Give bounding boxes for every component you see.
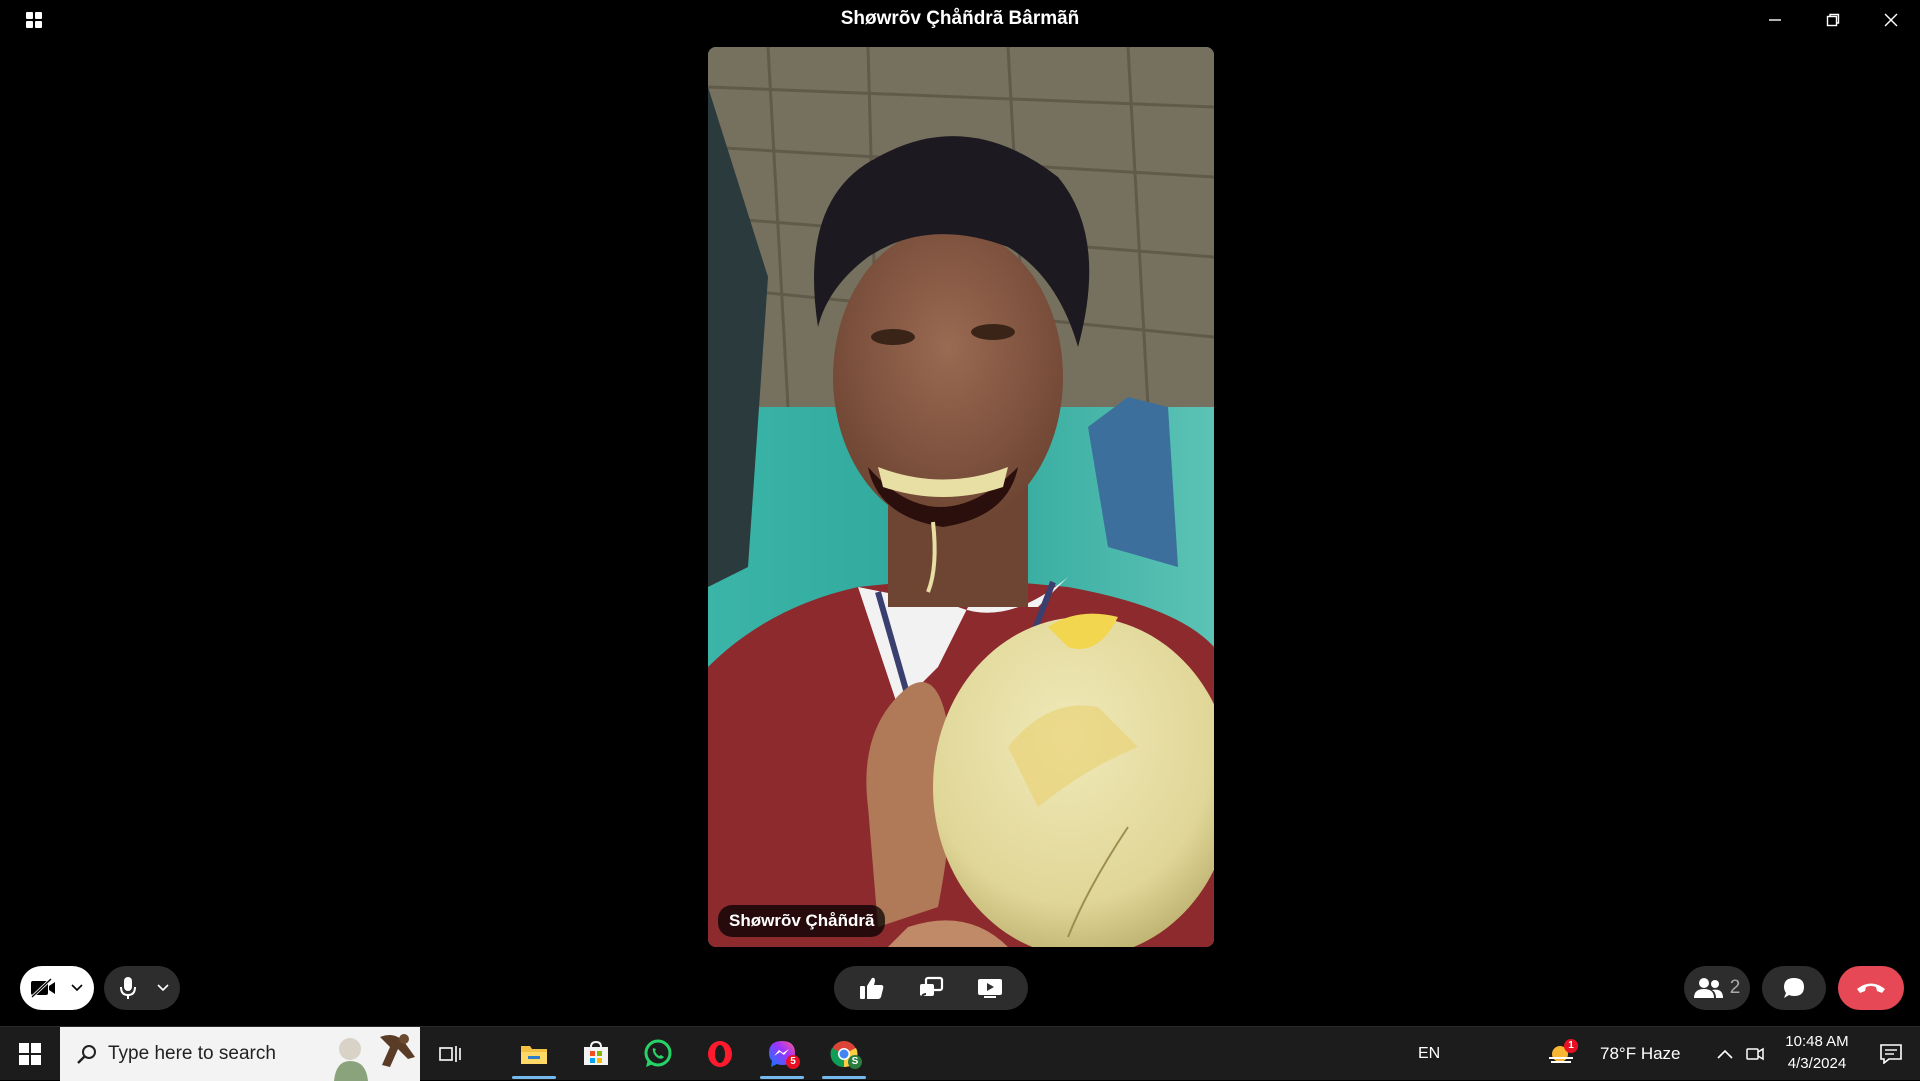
close-icon [1884, 13, 1898, 27]
restore-button[interactable] [1804, 0, 1862, 40]
end-call-icon [1857, 983, 1885, 993]
task-view-button[interactable] [420, 1027, 480, 1081]
show-hidden-icons-button[interactable] [1710, 1027, 1740, 1081]
file-explorer-icon [521, 1046, 547, 1064]
call-actions-group [834, 966, 1028, 1010]
minimize-button[interactable] [1746, 0, 1804, 40]
participants-count: 2 [1729, 977, 1741, 998]
weather-text[interactable]: 78°F Haze [1600, 1027, 1681, 1081]
share-screen-icon [978, 979, 1003, 998]
camera-options-chevron[interactable] [66, 984, 88, 992]
share-screen-button[interactable] [977, 977, 1003, 999]
search-placeholder: Type here to search [108, 1043, 276, 1064]
search-icon [77, 1045, 96, 1064]
taskbar-app-messenger[interactable]: 5 [752, 1027, 812, 1081]
weather-badge: 1 [1564, 1039, 1578, 1053]
taskbar-app-chrome[interactable]: S [814, 1027, 874, 1081]
chevron-down-icon [157, 984, 169, 992]
notification-icon [1880, 1044, 1902, 1064]
language-indicator[interactable]: EN [1418, 1027, 1440, 1081]
end-call-button[interactable] [1838, 966, 1904, 1010]
meet-now-icon [1746, 1047, 1764, 1061]
chevron-up-icon [1717, 1049, 1733, 1059]
minimize-icon [1769, 19, 1781, 21]
camera-off-icon [20, 978, 66, 998]
messenger-badge: 5 [786, 1055, 800, 1069]
weather-widget-icon[interactable]: 1 [1546, 1027, 1578, 1081]
windows-logo-icon [19, 1043, 41, 1065]
microphone-toggle-button[interactable] [104, 966, 180, 1010]
cast-icon [919, 976, 944, 999]
microphone-options-chevron[interactable] [152, 984, 174, 992]
participant-name-tag: Shøwrõv Çhåñdrã [718, 905, 886, 937]
taskbar-app-microsoft-store[interactable] [566, 1027, 626, 1081]
react-button[interactable] [859, 976, 885, 1000]
title-bar: Shøwrõv Çhåñdrã Bârmãñ [0, 0, 1920, 40]
cast-button[interactable] [918, 976, 944, 1000]
taskbar-app-file-explorer[interactable] [504, 1027, 564, 1081]
microphone-icon [104, 976, 152, 1000]
remote-video-feed: Shøwrõv Çhåñdrã [708, 47, 1214, 947]
clock-time: 10:48 AM [1785, 1033, 1849, 1050]
thumbs-up-icon [859, 977, 883, 999]
chrome-profile-badge: S [848, 1055, 862, 1069]
task-view-icon [439, 1046, 461, 1062]
windows-taskbar: Type here to search 5 S EN 1 78°F Haze 1… [0, 1026, 1920, 1081]
taskbar-app-opera[interactable] [690, 1027, 750, 1081]
notifications-button[interactable] [1866, 1027, 1916, 1081]
people-icon [1693, 978, 1723, 998]
video-call-window: Shøwrõv Çhåñdrã Bârmãñ Shøwrõv Çhåñdrã 2 [0, 0, 1920, 1026]
whatsapp-icon [644, 1039, 672, 1067]
taskbar-search-box[interactable]: Type here to search [60, 1027, 420, 1081]
microsoft-store-icon [584, 1041, 608, 1065]
chevron-down-icon [71, 984, 83, 992]
participants-button[interactable]: 2 [1684, 966, 1750, 1010]
camera-toggle-button[interactable] [20, 966, 94, 1010]
close-button[interactable] [1862, 0, 1920, 40]
meet-now-button[interactable] [1740, 1027, 1770, 1081]
opera-icon [708, 1041, 732, 1067]
clock-date: 4/3/2024 [1787, 1055, 1847, 1072]
video-frame [708, 47, 1214, 947]
taskbar-clock[interactable]: 10:48 AM 4/3/2024 [1772, 1031, 1862, 1075]
window-title: Shøwrõv Çhåñdrã Bârmãñ [840, 8, 1080, 29]
restore-icon [1826, 13, 1840, 27]
chat-button[interactable] [1762, 966, 1826, 1010]
chat-icon [1784, 978, 1804, 998]
taskbar-app-whatsapp[interactable] [628, 1027, 688, 1081]
start-button[interactable] [0, 1027, 60, 1081]
search-highlight-illustration [334, 1034, 415, 1081]
